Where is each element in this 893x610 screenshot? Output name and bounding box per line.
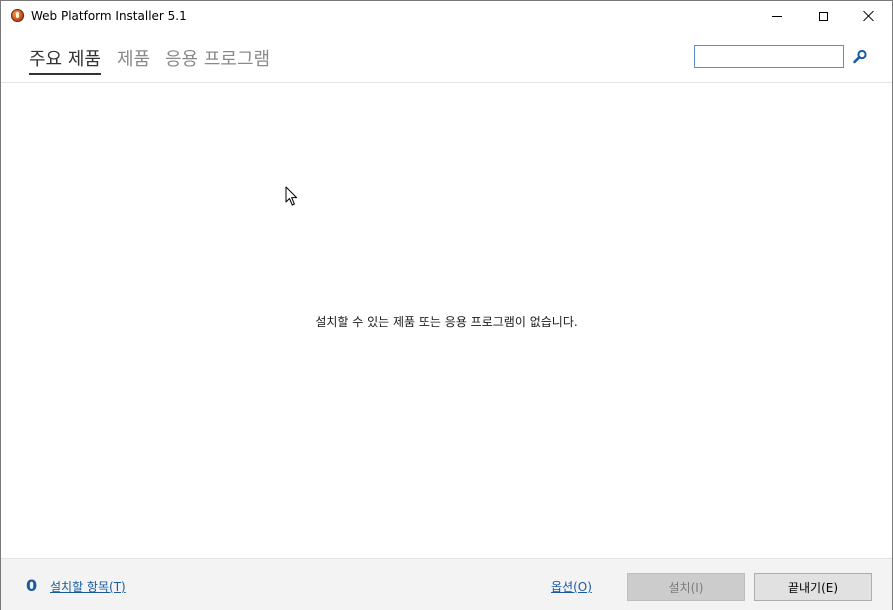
app-window: Web Platform Installer 5.1 주요 제품 제품 응용 프… bbox=[0, 0, 893, 610]
maximize-icon bbox=[818, 11, 828, 21]
tab-featured[interactable]: 주요 제품 bbox=[29, 45, 101, 75]
nav-header: 주요 제품 제품 응용 프로그램 bbox=[1, 32, 892, 83]
footer-bar: 0 설치할 항목(T) 옵션(O) 설치(I) 끝내기(E) bbox=[1, 558, 892, 610]
minimize-button[interactable] bbox=[754, 1, 800, 31]
close-button[interactable] bbox=[846, 1, 892, 31]
search-button[interactable] bbox=[851, 48, 869, 66]
selected-count: 0 bbox=[26, 576, 38, 595]
items-to-install-link[interactable]: 설치할 항목(T) bbox=[50, 578, 126, 595]
options-link[interactable]: 옵션(O) bbox=[551, 578, 592, 595]
install-button[interactable]: 설치(I) bbox=[627, 573, 745, 601]
title-bar[interactable]: Web Platform Installer 5.1 bbox=[1, 1, 892, 32]
minimize-icon bbox=[772, 15, 782, 17]
search-icon bbox=[853, 49, 867, 64]
tab-products[interactable]: 제품 bbox=[117, 45, 150, 71]
search-input[interactable] bbox=[694, 45, 844, 68]
close-icon bbox=[863, 10, 875, 22]
window-title: Web Platform Installer 5.1 bbox=[31, 9, 187, 23]
content-area: 설치할 수 있는 제품 또는 응용 프로그램이 없습니다. bbox=[1, 83, 892, 558]
empty-message: 설치할 수 있는 제품 또는 응용 프로그램이 없습니다. bbox=[315, 315, 578, 329]
tab-applications[interactable]: 응용 프로그램 bbox=[165, 45, 270, 71]
mouse-cursor-icon bbox=[285, 186, 298, 206]
exit-button[interactable]: 끝내기(E) bbox=[754, 573, 872, 601]
web-platform-installer-icon bbox=[11, 9, 24, 22]
maximize-button[interactable] bbox=[800, 1, 846, 31]
